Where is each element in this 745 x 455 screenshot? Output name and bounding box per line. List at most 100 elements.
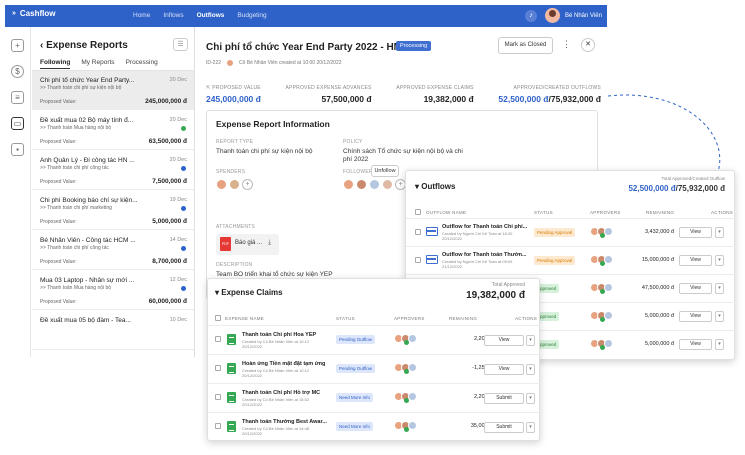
row-checkbox[interactable] [415,229,421,235]
nav-budgeting[interactable]: Budgeting [237,12,266,19]
expense-name[interactable]: Thanh toán Thưởng Best Awar... [242,419,327,425]
report-created: Cô Bé Nhân Viên created at 10:00 20/12/2… [239,60,342,66]
proposed-value: 8,700,000 đ [152,258,187,265]
app-logo[interactable]: » Cashflow [12,9,55,18]
list-item[interactable]: Đề xuất mua 02 Bộ máy tính đ... 20 Dec >> … [32,111,194,150]
table-row: Thanh toán Chi phí Hồ trợ MC Created by C… [208,383,541,412]
remaining-amount: 5,000,000 đ [644,313,674,319]
list-item-date: 20 Dec [169,117,187,123]
add-spender-icon[interactable]: + [242,179,253,190]
expense-name[interactable]: Thanh toán Chi phí Hoa YEP [242,332,316,338]
select-all-checkbox[interactable] [415,209,421,215]
tab-my-reports[interactable]: My Reports [81,59,114,69]
avatar [604,339,613,348]
attachments-label: ATTACHMENTS [216,224,255,230]
chevron-down-icon[interactable]: ▾ [526,393,535,404]
action-button[interactable]: View [484,364,524,375]
list-item[interactable]: Mua 03 Laptop - Nhân sự mới ... 12 Dec >> … [32,271,194,310]
nav-outflows[interactable]: Outflows [197,12,225,19]
avatar [408,334,417,343]
proposed-value: 245,000,000 đ [145,98,187,105]
avatar [216,179,227,190]
app-name: Cashflow [19,9,56,18]
avatar [343,179,354,190]
row-checkbox[interactable] [215,394,221,400]
list-item[interactable]: Chi phí tổ chức Year End Party... 20 Dec >… [32,71,194,110]
list-item[interactable]: Anh Quản Lý - Đi công tác HN ... 20 Dec >>… [32,151,194,190]
list-item-subtitle: >> Thanh toán chi phí công tác [40,165,109,171]
proposed-label: Proposed Value: [40,139,77,145]
avatar [604,311,613,320]
folder-icon[interactable]: ▭ [11,117,24,130]
tab-following[interactable]: Following [40,59,71,69]
outflow-name[interactable]: Outflow for Thanh toán Chi phí... [442,224,527,230]
summary-stats: ⇱ PROPOSED VALUE 245,000,000 đ APPROVED … [206,85,601,104]
truck-icon[interactable]: ▪ [11,143,24,156]
chevron-down-icon[interactable]: ▾ [715,227,724,238]
row-checkbox[interactable] [215,336,221,342]
check-icon [600,317,605,322]
money-icon[interactable]: $ [11,65,24,78]
expense-list-panel: ‹ Expense Reports ☰ Following My Reports… [32,27,195,357]
close-icon[interactable]: ✕ [581,38,595,52]
view-button[interactable]: View [679,311,712,322]
list-item-title: Đề xuất mua 02 Bộ máy tính đ... [40,117,134,124]
outflows-title: ▾ Outflows [415,182,456,191]
view-button[interactable]: View [679,227,712,238]
chevron-down-icon[interactable]: ▾ [526,422,535,433]
expense-claims-card: ▾ Expense Claims Total Approved 19,382,0… [207,278,541,441]
outflow-date: 21/12/2022 [442,264,463,269]
nav-inflows[interactable]: Inflows [163,12,183,19]
download-icon[interactable]: ⤓ [268,239,271,247]
main-nav: Home Inflows Outflows Budgeting [133,12,267,19]
list-item-subtitle: >> Thanh toán chi phí công tác [40,245,109,251]
chevron-down-icon[interactable]: ▾ [715,311,724,322]
avatar [545,8,560,23]
expense-date: 20/12/2022 [242,344,263,349]
avatar [229,179,240,190]
view-button[interactable]: View [679,283,712,294]
expense-name[interactable]: Thanh toán Chi phí Hồ trợ MC [242,390,320,396]
action-button[interactable]: Submit [484,422,524,433]
list-item-date: 20 Dec [169,157,187,163]
view-button[interactable]: View [679,339,712,350]
user-menu[interactable]: Bé Nhân Viên [545,8,602,23]
select-all-checkbox[interactable] [215,315,221,321]
attachment-item[interactable]: PDF Báo giá ... ⤓ [216,234,279,255]
list-item[interactable]: Đề xuất mua 05 bộ đàm - Tea... 10 Dec [32,311,194,350]
add-icon[interactable]: + [11,39,24,52]
claims-title: ▾ Expense Claims [215,288,283,297]
row-checkbox[interactable] [215,423,221,429]
proposed-label: Proposed Value: [40,299,77,305]
list-item[interactable]: Chi phí Booking báo chí sự kiện... 19 Dec… [32,191,194,230]
action-button[interactable]: View [484,335,524,346]
chevron-down-icon[interactable]: ▾ [715,255,724,266]
left-rail: + $ ≡ ▭ ▪ [5,27,31,357]
remaining-amount: 15,000,000 đ [641,257,674,263]
proposed-value: 63,500,000 đ [148,138,187,145]
more-icon[interactable]: ⋮ [562,39,571,50]
outflow-name[interactable]: Outflow for Thanh toán Thưởn... [442,252,527,258]
status-badge: Need More Info [336,422,374,431]
claims-total-label: Total Approved [491,282,525,288]
document-icon[interactable]: ≡ [11,91,24,104]
expense-name[interactable]: Hoàn ứng Tiền mặt đặt tạm ứng [242,361,325,367]
action-button[interactable]: Submit [484,393,524,404]
filter-icon[interactable]: ☰ [173,38,188,51]
bell-icon[interactable]: ♪ [525,10,537,22]
info-title: Expense Report Information [216,119,330,129]
list-item[interactable]: Bé Nhân Viên - Công tác HCM ... 14 Dec >> … [32,231,194,270]
chevron-down-icon[interactable]: ▾ [715,283,724,294]
tab-processing[interactable]: Processing [126,59,158,69]
avatar [356,179,367,190]
row-checkbox[interactable] [415,257,421,263]
sheet-icon [227,363,236,374]
mark-closed-button[interactable]: Mark as Closed [498,37,553,54]
unfollow-button[interactable]: Unfollow [371,165,399,177]
nav-home[interactable]: Home [133,12,150,19]
chevron-down-icon[interactable]: ▾ [715,339,724,350]
row-checkbox[interactable] [215,365,221,371]
chevron-down-icon[interactable]: ▾ [526,335,535,346]
chevron-down-icon[interactable]: ▾ [526,364,535,375]
view-button[interactable]: View [679,255,712,266]
